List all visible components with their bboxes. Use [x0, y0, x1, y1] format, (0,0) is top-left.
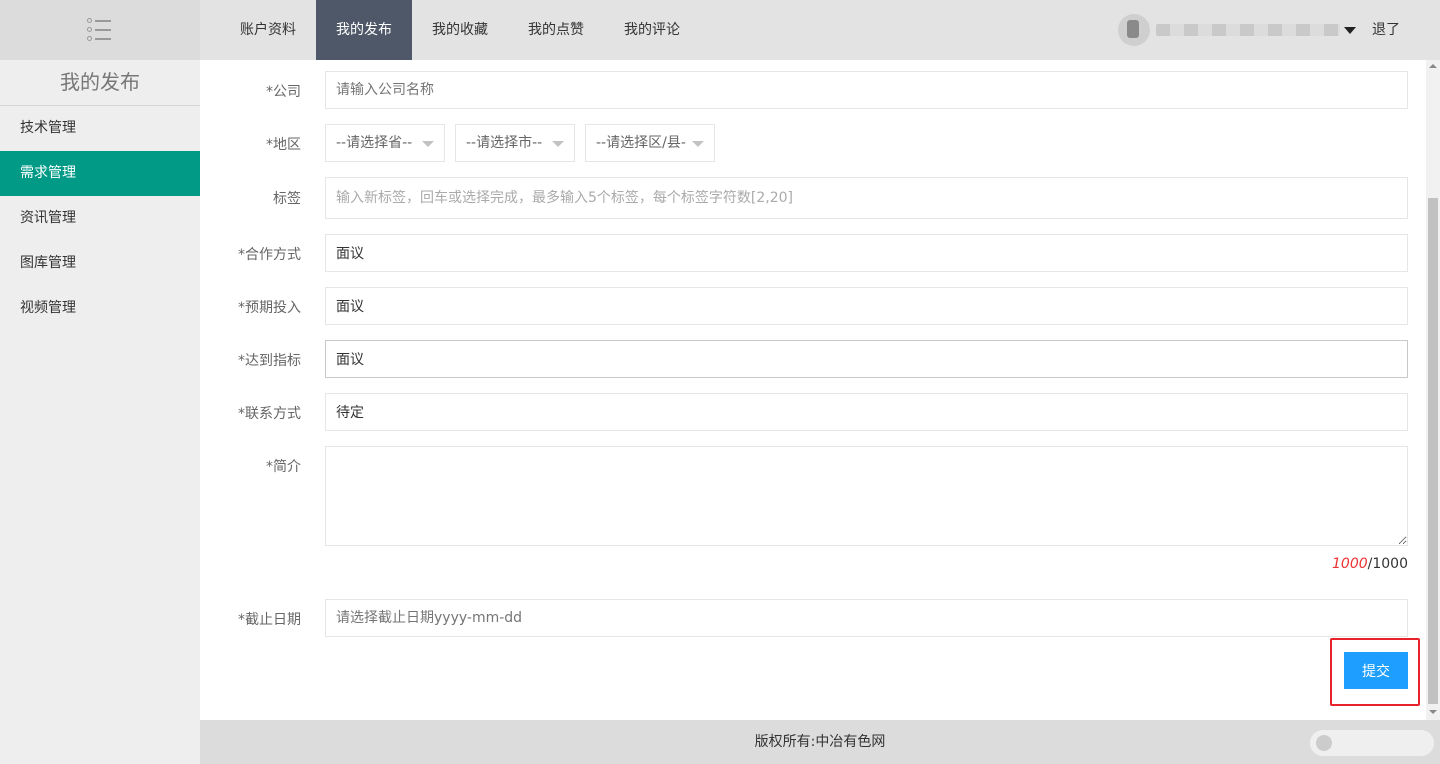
district-select[interactable]: --请选择区/县- — [585, 124, 715, 162]
submit-button[interactable]: 提交 — [1344, 652, 1408, 689]
scroll-down-arrow-icon[interactable] — [1429, 710, 1437, 714]
company-input[interactable] — [325, 71, 1408, 109]
logo-area — [0, 0, 200, 60]
nav-my-likes[interactable]: 我的点赞 — [508, 0, 604, 60]
region-label: *地区 — [266, 137, 301, 153]
company-label: *公司 — [266, 84, 301, 100]
cooperation-label: *合作方式 — [238, 247, 301, 263]
city-select[interactable]: --请选择市-- — [455, 124, 575, 162]
sidebar-item-gallery[interactable]: 图库管理 — [0, 241, 200, 286]
province-select[interactable]: --请选择省-- — [325, 124, 445, 162]
city-select-value: --请选择市-- — [466, 135, 543, 151]
investment-label: *预期投入 — [238, 300, 301, 316]
sidebar: 我的发布 技术管理 需求管理 资讯管理 图库管理 视频管理 — [0, 60, 200, 764]
tags-label: 标签 — [273, 191, 301, 207]
top-nav: 账户资料 我的发布 我的收藏 我的点赞 我的评论 — [220, 0, 700, 60]
watermark-logo-icon — [1316, 735, 1332, 751]
char-counter-max: /1000 — [1367, 556, 1408, 572]
menu-list-icon[interactable] — [87, 17, 113, 43]
deadline-label: *截止日期 — [238, 612, 301, 628]
top-bar: 账户资料 我的发布 我的收藏 我的点赞 我的评论 退了 — [0, 0, 1440, 60]
watermark — [1310, 730, 1434, 756]
investment-input[interactable] — [325, 287, 1408, 325]
dropdown-arrow-icon — [422, 141, 434, 147]
contact-label: *联系方式 — [238, 406, 301, 422]
char-counter-used: 1000 — [1332, 556, 1368, 572]
contact-input[interactable] — [325, 393, 1408, 431]
intro-label: *简介 — [266, 459, 301, 475]
user-menu[interactable] — [1118, 14, 1356, 46]
logout-link[interactable]: 退了 — [1372, 0, 1400, 60]
scroll-up-arrow-icon[interactable] — [1429, 64, 1437, 68]
avatar[interactable] — [1118, 14, 1150, 46]
username-blurred[interactable] — [1156, 24, 1340, 36]
province-select-value: --请选择省-- — [336, 135, 413, 151]
nav-my-publications[interactable]: 我的发布 — [316, 0, 412, 60]
sidebar-item-video[interactable]: 视频管理 — [0, 286, 200, 331]
footer-copyright: 版权所有:中冶有色网 — [754, 734, 886, 750]
char-counter: 1000/1000 — [1332, 556, 1408, 572]
intro-textarea[interactable] — [325, 446, 1408, 546]
footer: 版权所有:中冶有色网 — [200, 720, 1440, 764]
dropdown-arrow-icon — [692, 141, 704, 147]
tags-input[interactable] — [325, 177, 1408, 219]
caret-down-icon[interactable] — [1344, 26, 1356, 34]
sidebar-item-tech[interactable]: 技术管理 — [0, 106, 200, 151]
sidebar-item-news[interactable]: 资讯管理 — [0, 196, 200, 241]
district-select-value: --请选择区/县- — [596, 135, 686, 151]
scrollbar-thumb[interactable] — [1428, 198, 1438, 704]
nav-my-favorites[interactable]: 我的收藏 — [412, 0, 508, 60]
nav-my-comments[interactable]: 我的评论 — [604, 0, 700, 60]
vertical-scrollbar[interactable] — [1426, 60, 1440, 720]
dropdown-arrow-icon — [552, 141, 564, 147]
nav-account-profile[interactable]: 账户资料 — [220, 0, 316, 60]
demand-form: *公司 *地区 --请选择省-- --请选择市-- --请选择区/县- 标签 *… — [200, 60, 1426, 720]
target-input[interactable] — [325, 340, 1408, 378]
sidebar-title: 我的发布 — [0, 60, 200, 106]
cooperation-input[interactable] — [325, 234, 1408, 272]
deadline-input[interactable] — [325, 599, 1408, 637]
sidebar-item-demand[interactable]: 需求管理 — [0, 151, 200, 196]
target-label: *达到指标 — [238, 353, 301, 369]
